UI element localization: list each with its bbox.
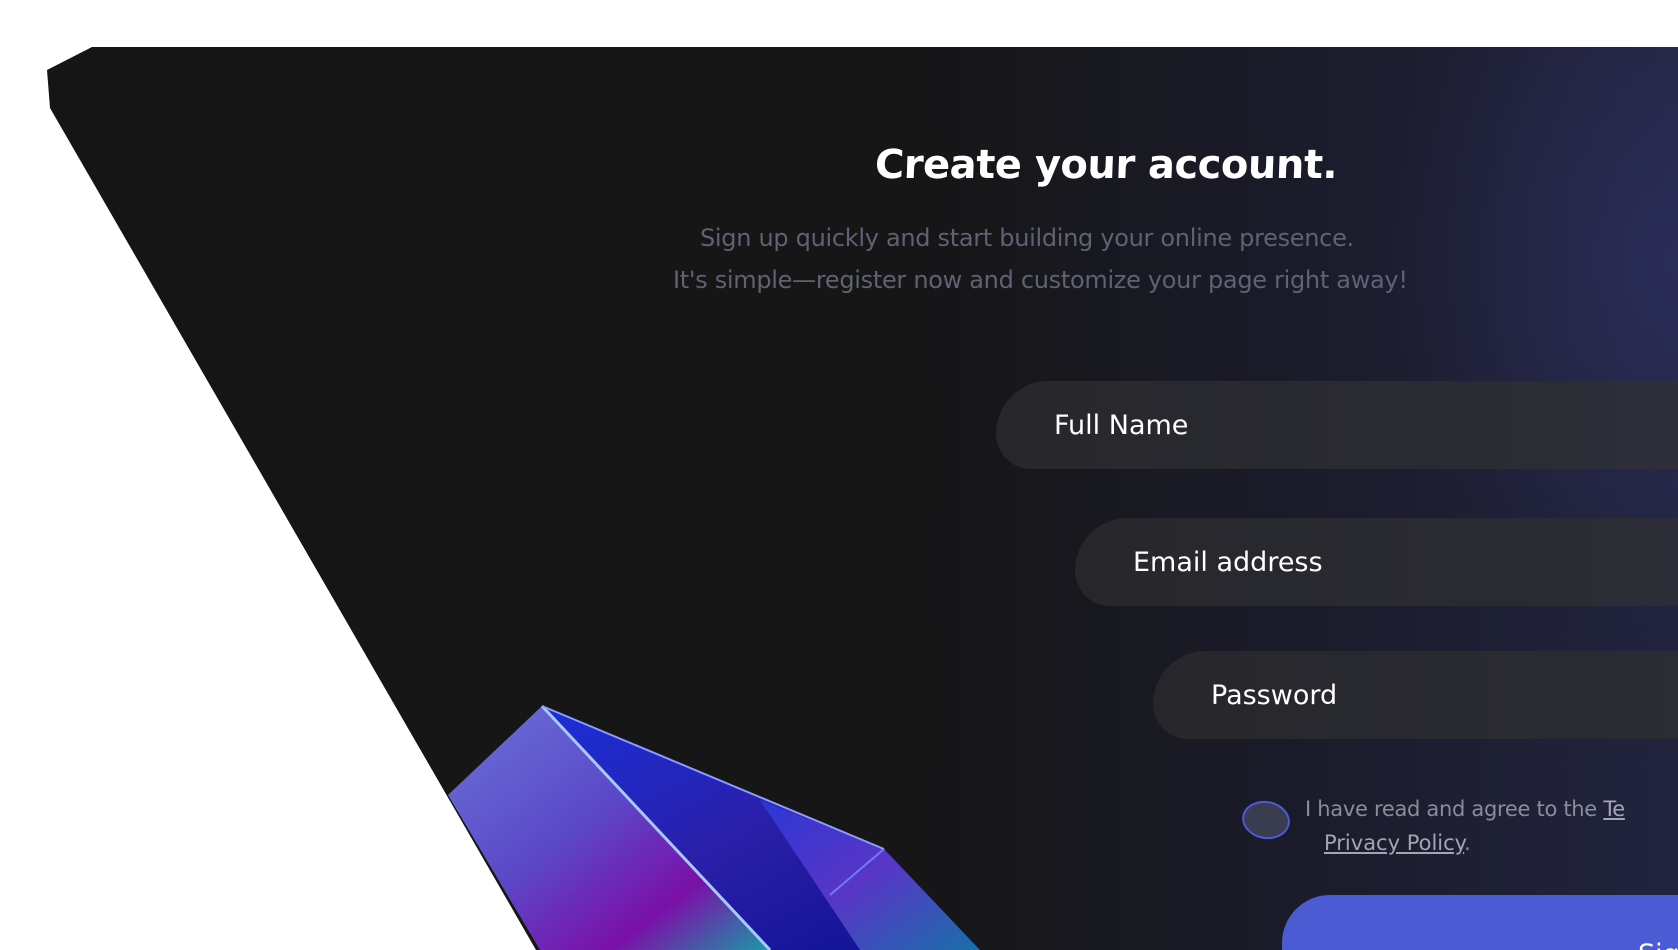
consent-line-1: I have read and agree to the Te bbox=[1305, 792, 1625, 826]
email-field[interactable] bbox=[1075, 518, 1678, 606]
terms-link[interactable]: Te bbox=[1603, 797, 1625, 821]
privacy-policy-link[interactable]: Privacy Policy bbox=[1324, 831, 1464, 855]
subtitle-line-2: It's simple—register now and customize y… bbox=[673, 266, 1408, 294]
consent-line-2: Privacy Policy. bbox=[1324, 826, 1471, 860]
consent-prefix: I have read and agree to the bbox=[1305, 797, 1604, 821]
sign-up-button[interactable]: Sig bbox=[1282, 895, 1678, 950]
email-input[interactable] bbox=[1133, 518, 1678, 606]
consent-suffix: . bbox=[1464, 831, 1471, 855]
subtitle-line-1: Sign up quickly and start building your … bbox=[700, 224, 1354, 252]
page-title: Create your account. bbox=[874, 142, 1339, 188]
full-name-input[interactable] bbox=[1054, 381, 1678, 469]
signup-page: Create your account. Sign up quickly and… bbox=[0, 0, 1678, 950]
full-name-field[interactable] bbox=[996, 381, 1678, 469]
password-field[interactable] bbox=[1153, 651, 1678, 739]
password-input[interactable] bbox=[1211, 651, 1678, 739]
